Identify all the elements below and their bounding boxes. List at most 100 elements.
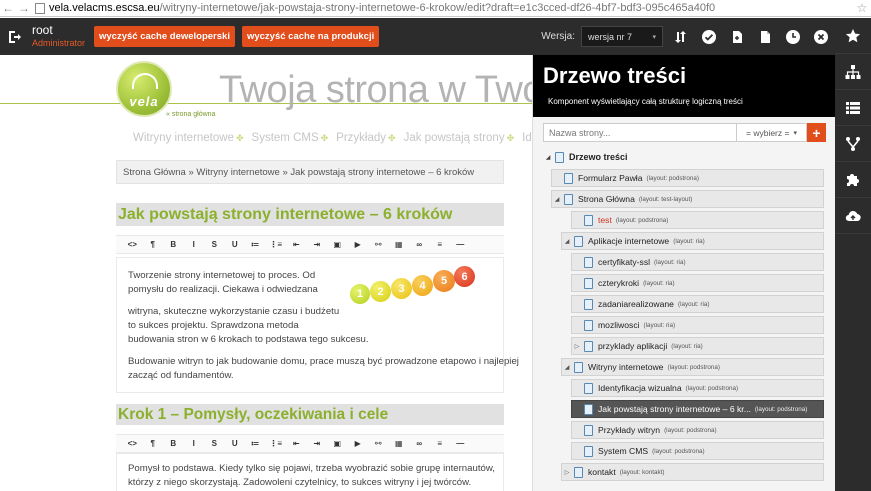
editor-tool-0-icon[interactable]: <> bbox=[122, 240, 143, 249]
sitemap-icon[interactable] bbox=[835, 54, 871, 90]
user-name: root bbox=[32, 23, 53, 37]
editor-tool-15-icon[interactable]: ≡ bbox=[430, 439, 451, 448]
editor-tool-8-icon[interactable]: ⇤ bbox=[286, 439, 307, 448]
list-icon[interactable] bbox=[835, 90, 871, 126]
tree-node[interactable]: ◢ Aplikacje internetowe (layout: ria) bbox=[561, 232, 824, 250]
expand-triangle-icon[interactable]: ◢ bbox=[562, 364, 572, 371]
editor-tool-7-icon[interactable]: ⋮≡ bbox=[266, 240, 287, 249]
logout-icon[interactable] bbox=[0, 18, 28, 55]
section-heading-step-1[interactable]: Krok 1 – Pomysły, oczekiwania i cele bbox=[116, 404, 504, 425]
tree-node[interactable]: test (layout: podstrona) bbox=[571, 211, 824, 229]
editor-tool-5-icon[interactable]: U bbox=[225, 439, 246, 448]
tree-node-layout: (layout: ria) bbox=[671, 342, 703, 350]
page-heading[interactable]: Jak powstają strony internetowe – 6 krok… bbox=[116, 203, 504, 226]
document-icon bbox=[584, 403, 593, 415]
editor-tool-3-icon[interactable]: I bbox=[184, 439, 205, 448]
expand-triangle-icon[interactable]: ◢ bbox=[562, 238, 572, 245]
tree-node[interactable]: zadaniarealizowane (layout: ria) bbox=[571, 295, 824, 313]
editor-tool-5-icon[interactable]: U bbox=[225, 240, 246, 249]
editor-tool-7-icon[interactable]: ⋮≡ bbox=[266, 439, 287, 448]
collapse-triangle-icon[interactable]: ◢ bbox=[543, 154, 553, 161]
logo-arcs bbox=[132, 73, 158, 89]
history-clock-icon[interactable] bbox=[779, 18, 807, 55]
editor-tool-12-icon[interactable]: ⚯ bbox=[368, 439, 389, 448]
editor-tool-3-icon[interactable]: I bbox=[184, 240, 205, 249]
new-document-icon[interactable] bbox=[751, 18, 779, 55]
nav-item-jak-powstaja[interactable]: Jak powstają strony ✤ bbox=[404, 132, 515, 144]
editor-tool-16-icon[interactable]: — bbox=[450, 439, 471, 448]
editor-tool-4-icon[interactable]: S bbox=[204, 439, 225, 448]
tree-node[interactable]: czterykroki (layout: ria) bbox=[571, 274, 824, 292]
tree-node-layout: (layout: ria) bbox=[677, 300, 710, 308]
bookmark-star-icon[interactable]: ☆ bbox=[853, 1, 871, 15]
version-select[interactable]: wersja nr 7 ▾ bbox=[581, 26, 663, 47]
tree-node[interactable]: ◢ Witryny internetowe (layout: podstrona) bbox=[561, 358, 824, 376]
home-link[interactable]: « strona główna bbox=[166, 111, 215, 118]
clear-prod-cache-button[interactable]: wyczyść cache na produkcji bbox=[241, 26, 380, 47]
nav-label: Jak powstają strony bbox=[403, 132, 505, 144]
puzzle-plugin-icon[interactable] bbox=[835, 162, 871, 198]
editor-tool-6-icon[interactable]: ≔ bbox=[245, 240, 266, 249]
cloud-upload-icon[interactable] bbox=[835, 198, 871, 234]
filter-select[interactable]: = wybierz = ▾ bbox=[737, 123, 807, 142]
tree-search-row: Nazwa strony... = wybierz = ▾ + bbox=[543, 123, 826, 142]
nav-item-witryny[interactable]: Witryny internetowe ✤ bbox=[133, 132, 244, 144]
nav-sep-icon: ✤ bbox=[388, 133, 396, 143]
editor-tool-15-icon[interactable]: ≡ bbox=[430, 240, 451, 249]
forward-icon[interactable]: → bbox=[16, 1, 32, 15]
page-name-search-input[interactable]: Nazwa strony... bbox=[543, 123, 737, 142]
filter-select-label: = wybierz = bbox=[746, 127, 790, 138]
tree-node[interactable]: Identyfikacja wizualna (layout: podstrona… bbox=[571, 379, 824, 397]
editor-tool-9-icon[interactable]: ⇥ bbox=[307, 439, 328, 448]
back-icon[interactable]: ← bbox=[0, 1, 16, 15]
editor-tool-1-icon[interactable]: ¶ bbox=[143, 439, 164, 448]
close-icon[interactable] bbox=[807, 18, 835, 55]
nav-item-cms[interactable]: System CMS ✤ bbox=[252, 132, 329, 144]
expand-triangle-icon[interactable]: ◢ bbox=[552, 196, 562, 203]
editor-tool-2-icon[interactable]: B bbox=[163, 240, 184, 249]
editor-tool-10-icon[interactable]: ▣ bbox=[327, 439, 348, 448]
sort-versions-icon[interactable] bbox=[667, 18, 695, 55]
editor-tool-11-icon[interactable]: ▶ bbox=[348, 240, 369, 249]
editor-tool-12-icon[interactable]: ⚯ bbox=[368, 240, 389, 249]
expand-triangle-icon[interactable]: ▷ bbox=[562, 469, 572, 476]
favorites-star-icon[interactable] bbox=[835, 18, 871, 54]
vela-logo[interactable]: vela bbox=[116, 61, 172, 117]
editor-tool-2-icon[interactable]: B bbox=[163, 439, 184, 448]
editor-tool-1-icon[interactable]: ¶ bbox=[143, 240, 164, 249]
tree-node[interactable]: ▷ przyklady aplikacji (layout: ria) bbox=[571, 337, 824, 355]
editor-tool-6-icon[interactable]: ≔ bbox=[245, 439, 266, 448]
editor-tool-13-icon[interactable]: ▦ bbox=[389, 439, 410, 448]
editor-tool-16-icon[interactable]: — bbox=[450, 240, 471, 249]
editor-tool-14-icon[interactable]: ∞ bbox=[409, 240, 430, 249]
editor-tool-8-icon[interactable]: ⇤ bbox=[286, 240, 307, 249]
tree-node[interactable]: ◢ Strona Główna (layout: test-layout) bbox=[551, 190, 824, 208]
add-page-button[interactable]: + bbox=[807, 123, 826, 142]
editor-tool-9-icon[interactable]: ⇥ bbox=[307, 240, 328, 249]
export-document-icon[interactable] bbox=[723, 18, 751, 55]
url-field[interactable]: vela.velacms.escsa.eu/witryny-internetow… bbox=[49, 2, 853, 14]
step-ball-3: 3 bbox=[391, 278, 412, 299]
approve-check-icon[interactable] bbox=[695, 18, 723, 55]
editor-tool-10-icon[interactable]: ▣ bbox=[327, 240, 348, 249]
nav-label: System CMS bbox=[251, 132, 319, 144]
tree-node[interactable]: mozliwosci (layout: ria) bbox=[571, 316, 824, 334]
tree-node[interactable]: System CMS (layout: podstrona) bbox=[571, 442, 824, 460]
nav-sep-icon: ✤ bbox=[320, 133, 329, 143]
editor-tool-11-icon[interactable]: ▶ bbox=[348, 439, 369, 448]
tree-node[interactable]: ▷ kontakt (layout: kontakt) bbox=[561, 463, 824, 481]
tree-node[interactable]: Formularz Pawła (layout: podstrona) bbox=[551, 169, 824, 187]
tree-root[interactable]: ◢ Drzewo treści bbox=[543, 149, 826, 165]
editor-tool-4-icon[interactable]: S bbox=[204, 240, 225, 249]
editor-tool-14-icon[interactable]: ∞ bbox=[409, 439, 430, 448]
editor-tool-0-icon[interactable]: <> bbox=[122, 439, 143, 448]
tree-node[interactable]: certyfikaty-ssl (layout: ria) bbox=[571, 253, 824, 271]
tree-node[interactable]: Jak powstają strony internetowe – 6 kr..… bbox=[571, 400, 824, 418]
branch-fork-icon[interactable] bbox=[835, 126, 871, 162]
clear-dev-cache-button[interactable]: wyczyść cache deweloperski bbox=[94, 26, 235, 47]
nav-item-identyfikacja[interactable]: Identy bbox=[522, 132, 532, 144]
editor-tool-13-icon[interactable]: ▦ bbox=[389, 240, 410, 249]
tree-node[interactable]: Przykłady witryn (layout: podstrona) bbox=[571, 421, 824, 439]
nav-item-przyklady[interactable]: Przykłady ✤ bbox=[336, 132, 395, 144]
expand-triangle-icon[interactable]: ▷ bbox=[572, 343, 582, 350]
